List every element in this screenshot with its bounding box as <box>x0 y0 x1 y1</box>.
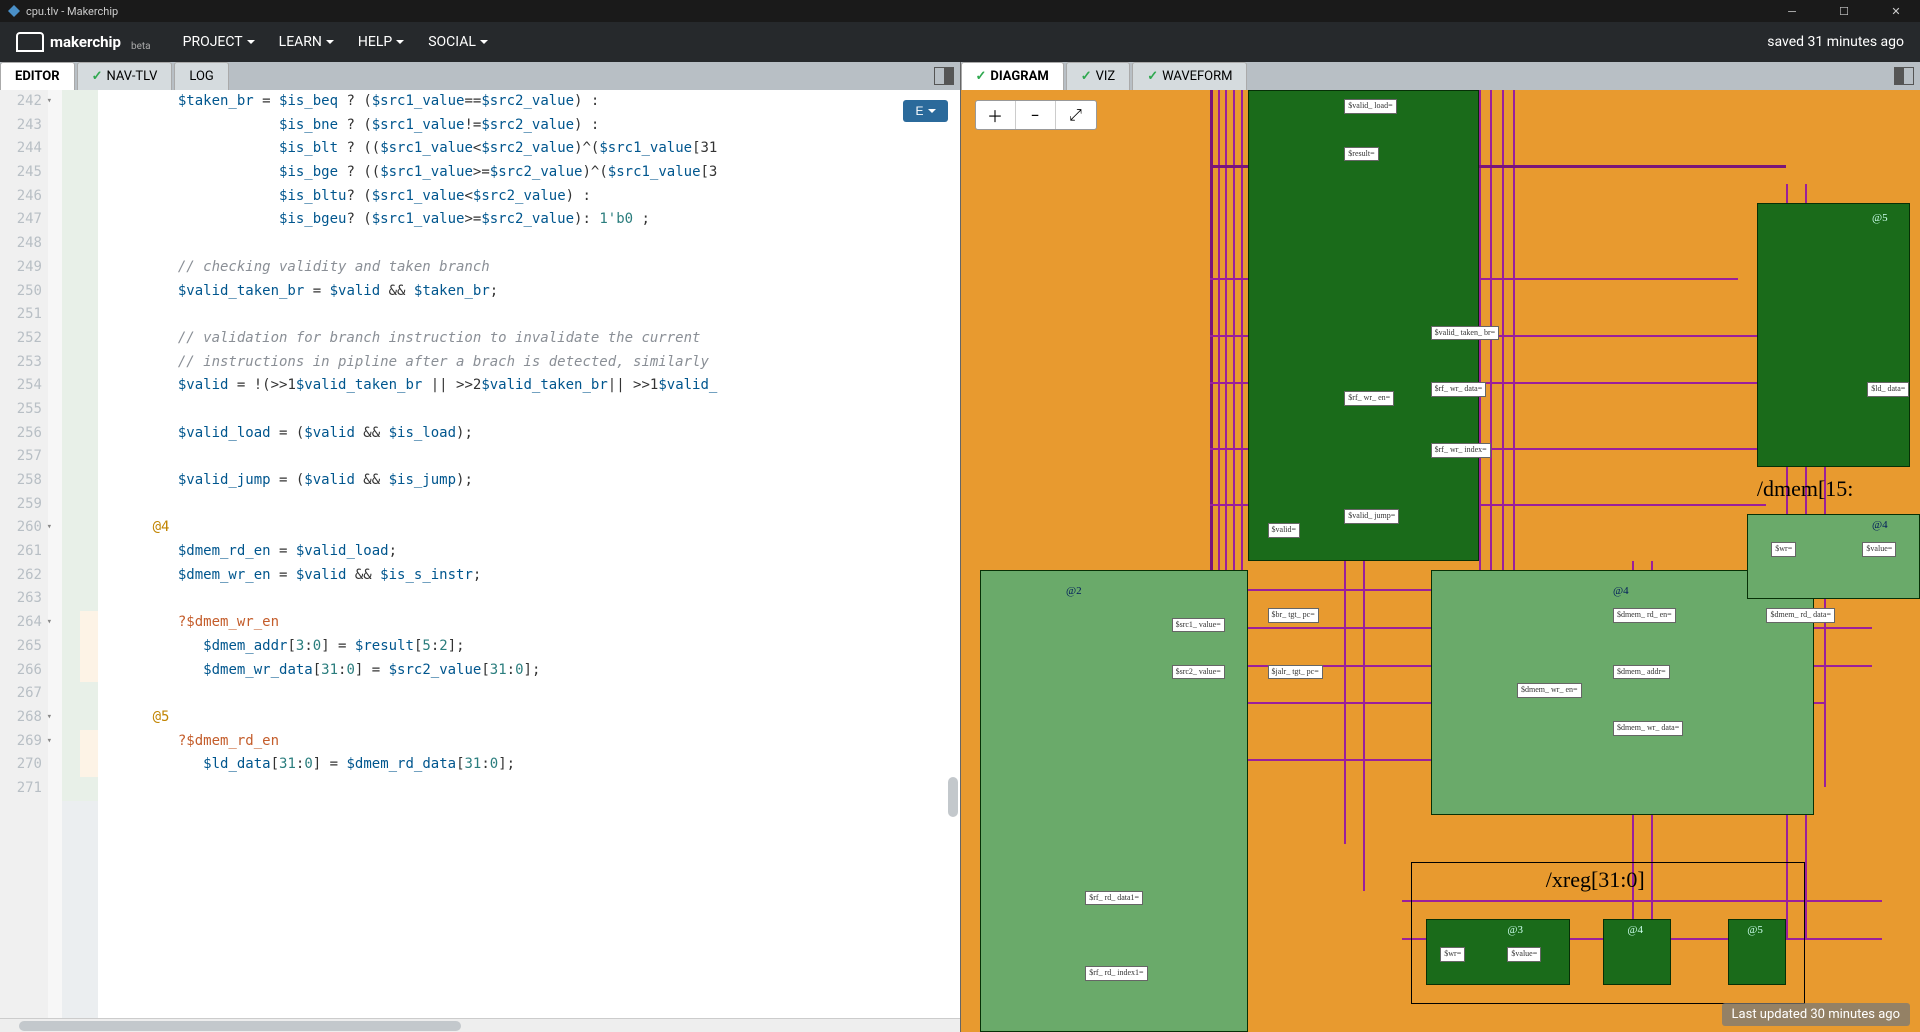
check-icon: ✓ <box>1147 69 1158 84</box>
right-tabs: ✓DIAGRAM ✓VIZ ✓WAVEFORM <box>961 62 1920 90</box>
tab-log[interactable]: LOG <box>174 62 228 90</box>
stage-label: @4 <box>1872 519 1888 531</box>
stage-label: @2 <box>1066 585 1082 597</box>
menubar: makerchip beta PROJECT LEARN HELP SOCIAL… <box>0 22 1920 62</box>
editor[interactable]: 2422432442452462472482492502512522532542… <box>0 90 960 1018</box>
line-gutter: 2422432442452462472482492502512522532542… <box>0 90 48 1018</box>
chevron-down-icon <box>928 109 936 113</box>
split-layout-icon[interactable] <box>1894 67 1914 85</box>
diagram-canvas[interactable]: ＋ − ⤢ <box>961 90 1920 1032</box>
window-minimize-button[interactable]: ─ <box>1776 5 1808 18</box>
indent-strip <box>62 90 98 1018</box>
sig-jalr-tgt-pc: $jalr_ tgt_ pc= <box>1268 665 1323 680</box>
sig-value2: $value= <box>1507 947 1541 962</box>
brand-logo[interactable]: makerchip <box>16 32 121 52</box>
sig-valid-load: $valid_ load= <box>1344 99 1396 114</box>
sig-valid: $valid= <box>1268 523 1301 538</box>
window-close-button[interactable]: ✕ <box>1880 5 1912 18</box>
menu-learn[interactable]: LEARN <box>267 34 346 50</box>
stage2-block <box>980 570 1249 1032</box>
stage-label: @4 <box>1613 585 1629 597</box>
sig-ld-data: $ld_ data= <box>1867 382 1909 397</box>
sig-result: $result= <box>1344 147 1378 162</box>
horizontal-scrollbar-thumb[interactable] <box>19 1021 460 1031</box>
brand-text: makerchip <box>50 33 121 51</box>
sig-dmem-rd-data: $dmem_ rd_ data= <box>1766 608 1835 623</box>
sig-dmem-addr: $dmem_ addr= <box>1613 665 1670 680</box>
zoom-out-button[interactable]: − <box>1016 101 1056 129</box>
window-maximize-button[interactable]: ☐ <box>1828 5 1860 18</box>
sig-dmem-wr-data: $dmem_ wr_ data= <box>1613 721 1683 736</box>
sig-br-tgt-pc: $br_ tgt_ pc= <box>1268 608 1319 623</box>
e-dropdown-button[interactable]: E <box>903 100 947 122</box>
split-layout-icon[interactable] <box>934 67 954 85</box>
menu-social[interactable]: SOCIAL <box>416 34 500 50</box>
horizontal-scrollbar[interactable] <box>0 1018 960 1032</box>
stage-label: @5 <box>1747 924 1763 936</box>
left-pane: EDITOR ✓NAV-TLV LOG 24224324424524624724… <box>0 62 961 1032</box>
check-icon: ✓ <box>1081 69 1092 84</box>
left-tabs: EDITOR ✓NAV-TLV LOG <box>0 62 960 90</box>
zoom-fit-button[interactable]: ⤢ <box>1056 101 1096 129</box>
saved-status: saved 31 minutes ago <box>1767 34 1904 50</box>
app-icon <box>8 5 20 17</box>
window-titlebar: cpu.tlv - Makerchip ─ ☐ ✕ <box>0 0 1920 22</box>
sig-rf-wr-en: $rf_ wr_ en= <box>1344 391 1394 406</box>
tab-viz[interactable]: ✓VIZ <box>1066 62 1131 90</box>
chevron-down-icon <box>247 40 255 44</box>
sig-rf-wr-data: $rf_ wr_ data= <box>1431 382 1487 397</box>
vertical-scrollbar-thumb[interactable] <box>948 777 958 817</box>
beta-label: beta <box>131 41 151 52</box>
check-icon: ✓ <box>92 69 103 84</box>
sig-valid-taken-br: $valid_ taken_ br= <box>1431 326 1500 341</box>
stage5-block <box>1757 203 1911 467</box>
chevron-down-icon <box>480 40 488 44</box>
tab-editor[interactable]: EDITOR <box>0 62 75 90</box>
last-updated-badge: Last updated 30 minutes ago <box>1722 1003 1910 1026</box>
sig-rf-wr-index: $rf_ wr_ index= <box>1431 443 1491 458</box>
sig-src2-value: $src2_ value= <box>1172 665 1225 680</box>
zoom-controls: ＋ − ⤢ <box>975 100 1097 130</box>
window-title: cpu.tlv - Makerchip <box>26 5 118 18</box>
chevron-down-icon <box>396 40 404 44</box>
hier-xreg-label: /xreg[31:0] <box>1546 867 1645 893</box>
hier-dmem-label: /dmem[15: <box>1757 476 1854 502</box>
sig-rf-rd-data1: $rf_ rd_ data1= <box>1085 891 1143 906</box>
fold-strip <box>48 90 62 1018</box>
sig-wr2: $wr= <box>1440 947 1465 962</box>
sig-valid-jump: $valid_ jump= <box>1344 509 1399 524</box>
right-pane: ✓DIAGRAM ✓VIZ ✓WAVEFORM ＋ − ⤢ <box>961 62 1920 1032</box>
menu-help[interactable]: HELP <box>346 34 416 50</box>
tab-diagram[interactable]: ✓DIAGRAM <box>961 62 1064 90</box>
chip-icon <box>16 32 44 52</box>
tab-navtlv[interactable]: ✓NAV-TLV <box>77 62 173 90</box>
sig-dmem-wr-en: $dmem_ wr_ en= <box>1517 683 1582 698</box>
stage-label: @4 <box>1627 924 1643 936</box>
code-area[interactable]: $taken_br = $is_beq ? ($src1_value==$src… <box>98 90 960 1018</box>
sig-rf-rd-index1: $rf_ rd_ index1= <box>1085 966 1147 981</box>
stage-label: @3 <box>1507 924 1523 936</box>
sig-src1-value: $src1_ value= <box>1172 618 1225 633</box>
sig-value: $value= <box>1862 542 1896 557</box>
zoom-in-button[interactable]: ＋ <box>976 101 1016 129</box>
menu-project[interactable]: PROJECT <box>171 34 267 50</box>
sig-dmem-rd-en: $dmem_ rd_ en= <box>1613 608 1676 623</box>
sig-wr: $wr= <box>1771 542 1796 557</box>
check-icon: ✓ <box>976 69 987 84</box>
chevron-down-icon <box>326 40 334 44</box>
stage-label: @5 <box>1872 212 1888 224</box>
tab-waveform[interactable]: ✓WAVEFORM <box>1132 62 1247 90</box>
